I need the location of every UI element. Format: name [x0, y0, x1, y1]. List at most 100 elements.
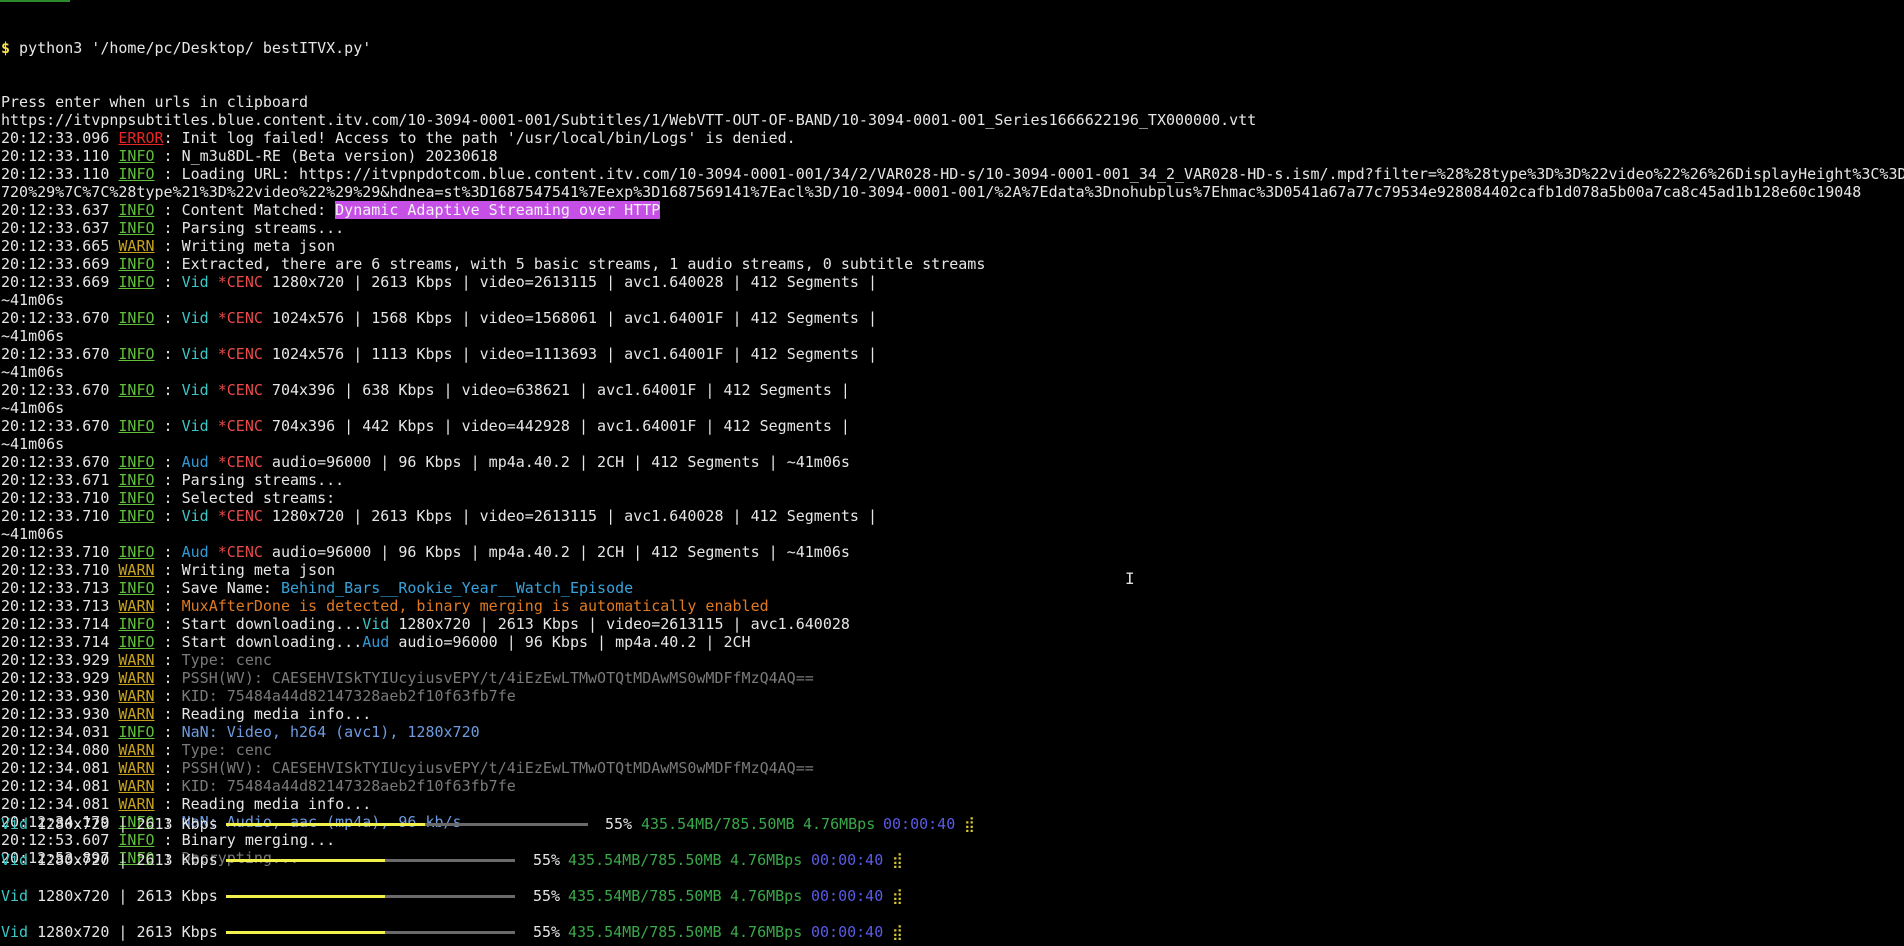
progress-bar-track: [226, 823, 588, 826]
timestamp: 20:12:33.714: [1, 633, 119, 651]
log-line: ~41m06s: [1, 435, 1903, 453]
matched-content: Dynamic Adaptive Streaming over HTTP: [335, 201, 661, 219]
level-info: INFO: [118, 453, 155, 471]
aud-tag: Aud: [181, 543, 209, 561]
log-text: :: [154, 309, 182, 327]
vid-tag: Vid: [181, 417, 209, 435]
vid-tag: Vid: [1, 887, 29, 905]
spinner-icon: ⣾: [892, 923, 903, 941]
log-line: 20:12:33.713 INFO : Save Name: Behind_Ba…: [1, 579, 1903, 597]
log-line: 20:12:33.710 INFO : Selected streams:: [1, 489, 1903, 507]
log-text: :: [154, 741, 182, 759]
spinner-icon: ⣾: [964, 815, 975, 833]
timestamp: 20:12:33.110: [1, 165, 119, 183]
level-warn: WARN: [118, 561, 155, 579]
downloaded-size: 435.54MB/785.50MB: [568, 887, 722, 905]
log-text: : Init log failed! Access to the path '/…: [163, 129, 796, 147]
log-text: : Content Matched:: [154, 201, 336, 219]
downloaded-size: 435.54MB/785.50MB: [568, 923, 722, 941]
timestamp: 20:12:34.081: [1, 795, 119, 813]
stream-info: 1280x720 | 2613 Kbps: [28, 923, 218, 941]
log-text: :: [154, 723, 182, 741]
log-text: ~41m06s: [1, 363, 65, 381]
timestamp: 20:12:33.669: [1, 273, 119, 291]
log-text: 1280x720 | 2613 Kbps | video=2613115 | a…: [262, 273, 877, 291]
log-text: :: [154, 687, 182, 705]
cenc-tag: *CENC: [217, 543, 263, 561]
timestamp: 20:12:33.670: [1, 417, 119, 435]
log-line: ~41m06s: [1, 363, 1903, 381]
level-warn: WARN: [118, 795, 155, 813]
log-text: audio=96000 | 96 Kbps | mp4a.40.2 | 2CH …: [262, 543, 850, 561]
cenc-tag: *CENC: [217, 309, 263, 327]
prompt-line: $ python3 '/home/pc/Desktop/ bestITVX.py…: [1, 39, 1903, 57]
timestamp: 20:12:33.714: [1, 615, 119, 633]
log-lines: Press enter when urls in clipboard https:…: [1, 93, 1904, 867]
log-text: : N_m3u8DL-RE (Beta version) 20230618: [154, 147, 498, 165]
log-text: 704x396 | 442 Kbps | video=442928 | avc1…: [262, 417, 850, 435]
timestamp: 20:12:33.096: [1, 129, 119, 147]
log-line: 20:12:33.710 INFO : Aud *CENC audio=9600…: [1, 543, 1903, 561]
timestamp: 20:12:34.031: [1, 723, 119, 741]
terminal-output[interactable]: $ python3 '/home/pc/Desktop/ bestITVX.py…: [1, 3, 1904, 885]
log-line: 20:12:34.081 WARN : PSSH(WV): CAESEHVISk…: [1, 759, 1903, 777]
download-speed: 4.76MBps: [730, 923, 803, 941]
log-text: : Start downloading...: [154, 615, 363, 633]
level-warn: WARN: [118, 705, 155, 723]
download-speed: 4.76MBps: [730, 851, 803, 869]
download-speed: 4.76MBps: [803, 815, 876, 833]
progress-bar-fill: [226, 859, 385, 862]
log-line: 20:12:34.031 INFO : NaN: Video, h264 (av…: [1, 723, 1903, 741]
log-line: 20:12:33.714 INFO : Start downloading...…: [1, 633, 1903, 651]
log-text: : Writing meta json: [154, 237, 336, 255]
level-warn: WARN: [118, 741, 155, 759]
timestamp: 20:12:34.081: [1, 777, 119, 795]
log-text: : Save Name:: [154, 579, 281, 597]
timestamp: 20:12:33.671: [1, 471, 119, 489]
timestamp: 20:12:33.710: [1, 561, 119, 579]
log-line: 20:12:33.930 WARN : KID: 75484a44d821473…: [1, 687, 1903, 705]
cenc-tag: *CENC: [217, 507, 263, 525]
log-text: :: [154, 597, 182, 615]
log-text: :: [154, 759, 182, 777]
log-text: : Binary merging...: [154, 831, 336, 849]
log-text: :: [154, 273, 182, 291]
save-name: Behind_Bars__Rookie_Year__Watch_Episode: [280, 579, 634, 597]
level-warn: WARN: [118, 651, 155, 669]
log-text: : Writing meta json: [154, 561, 336, 579]
timestamp: 20:12:33.670: [1, 345, 119, 363]
level-error: ERROR: [118, 129, 164, 147]
log-line: 20:12:33.670 INFO : Vid *CENC 1024x576 |…: [1, 345, 1903, 363]
time-remaining: 00:00:40: [811, 923, 884, 941]
cenc-tag: *CENC: [217, 417, 263, 435]
log-line: 20:12:53.607 INFO : Binary merging...: [1, 831, 1903, 849]
level-info: INFO: [118, 345, 155, 363]
log-line: 20:12:34.080 WARN : Type: cenc: [1, 741, 1903, 759]
log-text: :: [154, 543, 182, 561]
media-info: NaN: Video, h264 (avc1), 1280x720: [181, 723, 480, 741]
progress-bar-track: [226, 931, 515, 934]
command-text: python3 '/home/pc/Desktop/ bestITVX.py': [10, 39, 372, 57]
log-text: : Start downloading...: [154, 633, 363, 651]
progress-percent: 55%: [533, 887, 561, 905]
log-text: 1024x576 | 1113 Kbps | video=1113693 | a…: [262, 345, 877, 363]
log-line: 20:12:33.110 INFO : N_m3u8DL-RE (Beta ve…: [1, 147, 1903, 165]
stream-label: Vid 1280x720 | 2613 Kbps: [1, 815, 218, 833]
timestamp: 20:12:34.080: [1, 741, 119, 759]
timestamp: 20:12:34.081: [1, 759, 119, 777]
log-line: 20:12:33.096 ERROR: Init log failed! Acc…: [1, 129, 1903, 147]
mux-warning: MuxAfterDone is detected, binary merging…: [181, 597, 769, 615]
stream-label: Vid 1280x720 | 2613 Kbps: [1, 887, 218, 905]
progress-bar-track: [226, 859, 515, 862]
vid-tag: Vid: [1, 815, 29, 833]
dim-text: KID: 75484a44d82147328aeb2f10f63fb7fe: [181, 687, 516, 705]
download-progress-row: Vid 1280x720 | 2613 Kbps 55% 435.54MB/785.…: [1, 923, 1101, 941]
log-text: : Parsing streams...: [154, 471, 345, 489]
level-info: INFO: [118, 471, 155, 489]
vid-tag: Vid: [1, 851, 29, 869]
level-warn: WARN: [118, 237, 155, 255]
